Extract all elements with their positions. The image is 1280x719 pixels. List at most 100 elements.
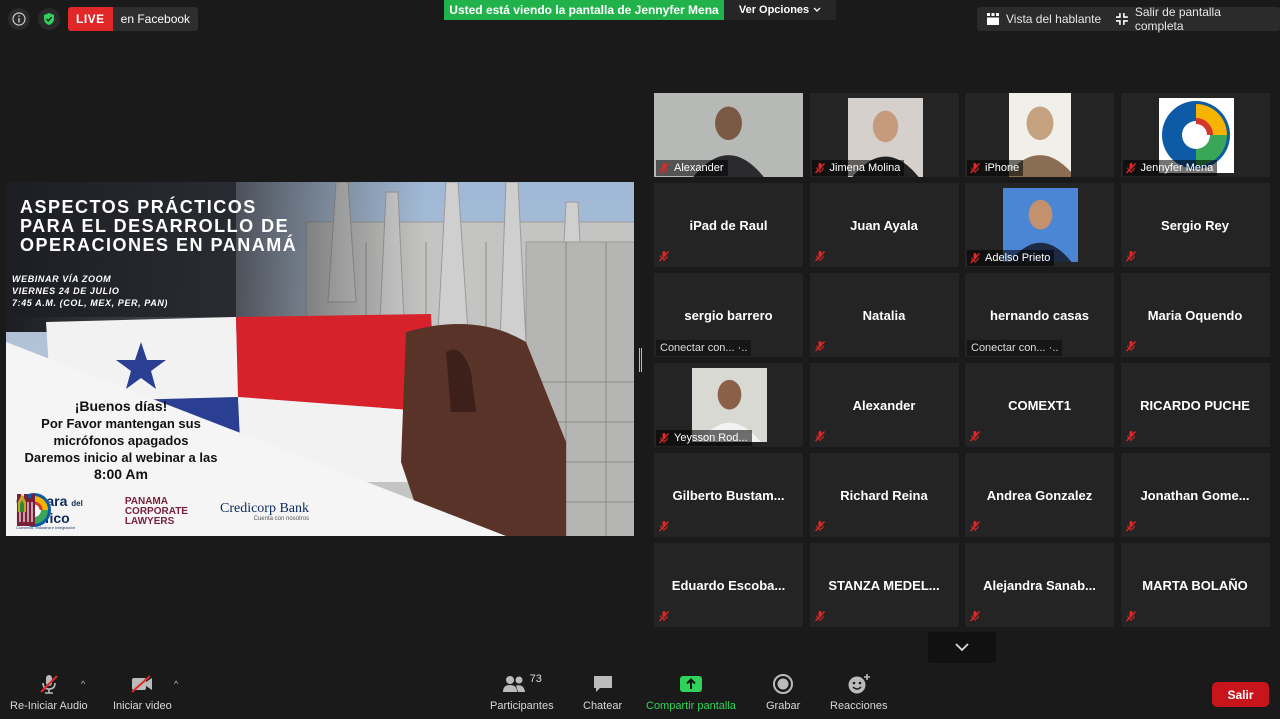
reactions-label: Reacciones [830,700,888,712]
muted-mic-icon [814,249,826,262]
connection-status: Conectar con... ·.. [656,340,752,356]
speaker-view-icon [987,13,999,25]
participant-tile[interactable]: Andrea Gonzalez [965,453,1114,537]
greeting-text: ¡Buenos días! [74,398,168,414]
participant-name: sergio barrero [684,308,773,323]
sponsor-logos: Cámara del Pacífico Comercio, Industria … [16,492,309,532]
participant-tile[interactable]: sergio barrero Conectar con... ·.. [654,273,803,357]
participant-tile[interactable]: MARTA BOLAÑO [1120,543,1270,627]
participant-name: Richard Reina [840,488,928,503]
participant-tile[interactable]: Gilberto Bustam... [654,453,803,537]
participant-tile[interactable]: Natalia [809,273,959,357]
video-options-caret-icon[interactable]: ^ [174,679,178,689]
participant-name: Jennyfer Mena [1140,162,1214,174]
participant-tile[interactable]: iPhone [965,93,1114,177]
muted-mic-icon [658,162,670,174]
participant-tile[interactable]: STANZA MEDEL... [809,543,959,627]
participant-name: Sergio Rey [1161,218,1229,233]
share-screen-icon [679,673,703,695]
shared-screen-slide: Aspectos prácticos para el desarrollo de… [6,182,634,536]
record-button[interactable]: Grabar [766,673,800,712]
top-bar: LIVE en Facebook Usted está viendo la pa… [0,0,1280,40]
panel-resize-handle[interactable] [639,348,642,372]
participant-name: Yeysson Rod... [674,432,748,444]
participant-name: iPad de Raul [689,218,768,233]
participant-count: 73 [529,673,542,685]
reactions-button[interactable]: Reacciones [830,673,887,712]
participant-name: Juan Ayala [850,218,918,233]
greeting-msg-line: Por Favor mantengan sus [41,416,201,431]
share-screen-button[interactable]: Compartir pantalla [646,673,736,712]
participant-tile[interactable]: Alexander [809,363,959,447]
participant-name: hernando casas [990,308,1089,323]
participant-tile[interactable]: Eduardo Escoba... [654,543,803,627]
participant-tile[interactable]: Maria Oquendo [1120,273,1270,357]
video-button[interactable]: Iniciar video [113,673,172,712]
view-options-label: Ver Opciones [738,4,810,16]
participant-name-label: Adelso Prieto [967,250,1055,266]
view-options-button[interactable]: Ver Opciones [724,0,836,20]
muted-mic-icon [1125,429,1137,442]
muted-mic-icon [658,249,670,262]
participant-name: Alexander [852,398,916,413]
participant-tile[interactable]: Richard Reina [809,453,959,537]
slide-title-line: Aspectos prácticos [20,197,257,217]
credicorp-flame-icon [18,494,26,512]
participant-tile[interactable]: Yeysson Rod... [654,363,803,447]
smiley-plus-icon [847,673,871,695]
speaker-view-button[interactable]: Vista del hablante [977,7,1111,31]
participant-tile[interactable]: Alejandra Sanab... [965,543,1114,627]
participants-icon: 73 [502,673,542,695]
webinar-line: 7:45 A.M. (COL, MEX, PER, PAN) [12,298,169,308]
leave-meeting-button[interactable]: Salir [1212,682,1269,707]
participant-tile[interactable]: Sergio Rey [1120,183,1270,267]
muted-mic-icon [814,609,826,622]
muted-mic-icon [1125,339,1137,352]
muted-mic-icon [814,429,826,442]
record-icon [772,673,794,695]
shield-check-icon[interactable] [38,8,60,30]
credicorp-slogan: Cuenta con nosotros [253,516,310,522]
live-platform-label: en Facebook [120,12,191,26]
audio-button[interactable]: Re-Iniciar Audio [10,673,88,712]
video-label: Iniciar video [113,700,172,712]
muted-mic-icon [1125,162,1137,174]
participant-tile[interactable]: Adelso Prieto [965,183,1114,267]
slide-greeting: ¡Buenos días! Por Favor mantengan sus mi… [6,398,236,483]
participant-name: COMEXT1 [1008,398,1071,413]
credicorp-bank-logo: Credicorp Bank Cuenta con nosotros [18,494,310,522]
muted-mic-icon [1125,519,1137,532]
participant-name: RICARDO PUCHE [1140,398,1250,413]
participant-tile[interactable]: Jimena Molina [809,93,959,177]
participant-name: Adelso Prieto [985,252,1051,264]
participant-tile[interactable]: Jennyfer Mena [1120,93,1270,177]
info-icon[interactable] [8,8,30,30]
participant-tile[interactable]: COMEXT1 [965,363,1114,447]
live-stream-indicator[interactable]: LIVE en Facebook [68,7,199,31]
chat-button[interactable]: Chatear [583,673,622,712]
muted-mic-icon [1125,609,1137,622]
slide-title: Aspectos prácticos para el desarrollo de… [20,198,380,255]
muted-mic-icon [969,609,981,622]
participant-tile[interactable]: Alexander [654,93,803,177]
gallery-next-page-button[interactable] [928,632,996,663]
participant-tile[interactable]: Juan Ayala [809,183,959,267]
participant-tile[interactable]: iPad de Raul [654,183,803,267]
exit-fullscreen-button[interactable]: Salir de pantalla completa [1106,5,1280,33]
participant-tile[interactable]: Jonathan Gome... [1120,453,1270,537]
participant-name-label: Alexander [656,160,728,176]
audio-options-caret-icon[interactable]: ^ [81,679,85,689]
logo-camara-del: del [71,499,83,508]
exit-fullscreen-label: Salir de pantalla completa [1134,5,1221,33]
participant-tile[interactable]: RICARDO PUCHE [1120,363,1270,447]
participant-name-label: Yeysson Rod... [656,430,752,446]
muted-mic-icon [969,252,981,264]
participant-name: Andrea Gonzalez [986,488,1093,503]
participants-button[interactable]: 73 Participantes [490,673,554,712]
logo-pcl-line: LAWYERS [124,516,175,527]
slide-title-line: para el desarrollo de [20,216,290,236]
chevron-down-icon [955,643,969,652]
participant-name: Jonathan Gome... [1140,488,1250,503]
participant-tile[interactable]: hernando casas Conectar con... ·.. [965,273,1114,357]
muted-mic-icon [658,609,670,622]
